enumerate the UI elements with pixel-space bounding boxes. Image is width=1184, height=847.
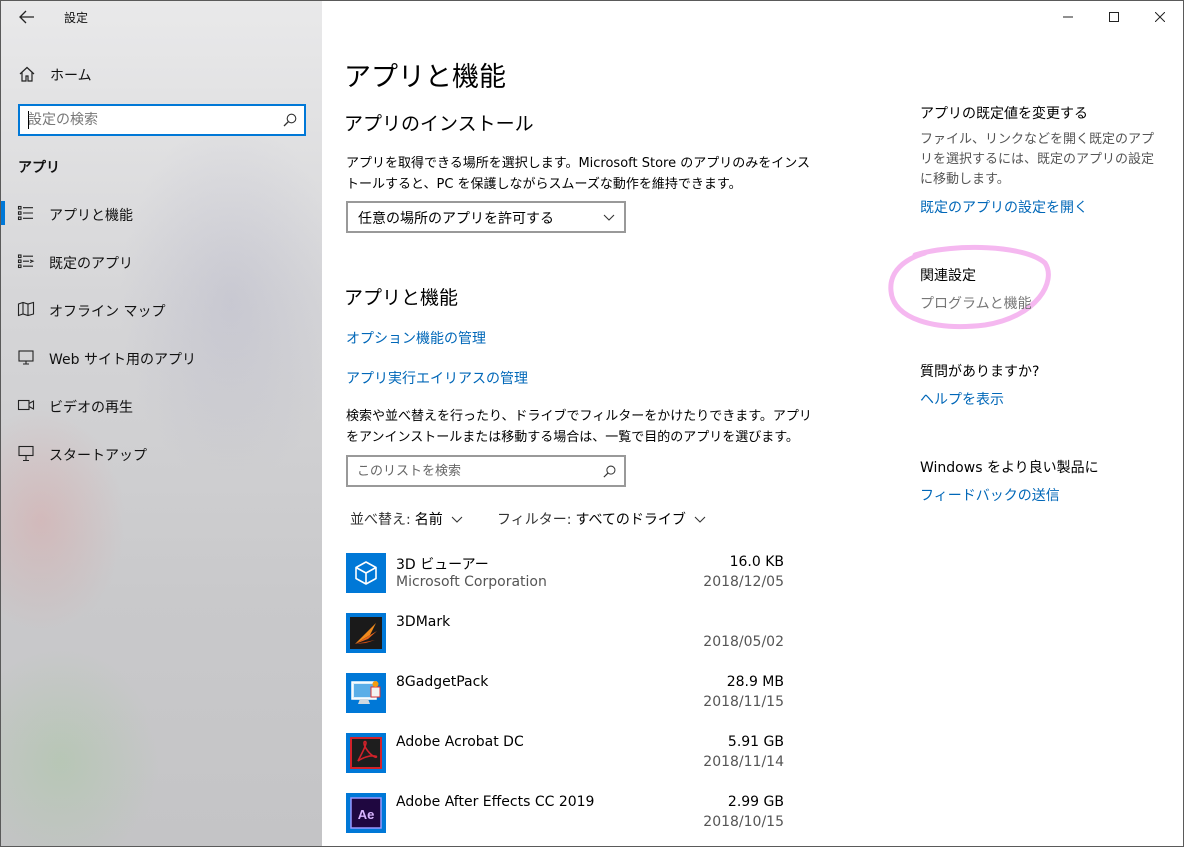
dropdown-value: 任意の場所のアプリを許可する: [358, 211, 554, 227]
sidebar-item-apps-for-websites[interactable]: Web サイト用のアプリ: [1, 337, 322, 377]
sidebar-item-label: ビデオの再生: [49, 400, 133, 416]
apps-for-websites-icon: [18, 350, 34, 365]
app-size: 28.9 MB: [726, 674, 784, 690]
sidebar-section-heading: アプリ: [18, 160, 60, 176]
page-title: アプリと機能: [344, 62, 506, 93]
window-controls: [1045, 1, 1183, 33]
after-effects-icon: Ae: [346, 793, 386, 833]
related-settings-heading: 関連設定: [920, 268, 976, 284]
defaults-description: ファイル、リンクなどを開く既定のアプリを選択するには、既定のアプリの設定に移動し…: [920, 132, 1155, 187]
app-size: 2.99 GB: [727, 794, 784, 810]
filter-dropdown[interactable]: フィルター: すべてのドライブ: [497, 509, 706, 529]
sort-dropdown[interactable]: 並べ替え: 名前: [350, 509, 463, 529]
app-install-date: 2018/10/15: [703, 814, 784, 830]
sort-value: 名前: [414, 512, 443, 528]
offline-maps-icon: [17, 301, 35, 317]
filter-value: すべてのドライブ: [575, 512, 686, 528]
chevron-down-icon: [603, 214, 615, 221]
app-name: Adobe After Effects CC 2019: [396, 794, 595, 810]
app-name: Adobe Acrobat DC: [396, 734, 524, 750]
app-list-item[interactable]: 8GadgetPack 28.9 MB 2018/11/15: [346, 673, 786, 733]
chevron-down-icon: [451, 516, 463, 523]
question-heading: 質問がありますか?: [920, 364, 1040, 380]
default-apps-settings-link[interactable]: 既定のアプリの設定を開く: [920, 197, 1088, 217]
search-icon: [603, 465, 616, 478]
defaults-heading: アプリの既定値を変更する: [920, 106, 1088, 122]
svg-text:Ae: Ae: [358, 807, 375, 822]
maximize-button[interactable]: [1091, 1, 1137, 33]
app-publisher: Microsoft Corporation: [396, 574, 547, 590]
app-install-date: 2018/05/02: [703, 634, 784, 650]
back-button[interactable]: [13, 5, 41, 29]
sidebar-item-label: アプリと機能: [49, 208, 133, 224]
sidebar-item-label: オフライン マップ: [49, 304, 166, 320]
app-execution-alias-link[interactable]: アプリ実行エイリアスの管理: [346, 368, 528, 388]
sidebar-item-label: Web サイト用のアプリ: [49, 352, 196, 368]
app-name: 3DMark: [396, 614, 451, 630]
back-arrow-icon: [19, 10, 34, 24]
app-size: 5.91 GB: [727, 734, 784, 750]
home-icon: [19, 66, 35, 82]
nav-home[interactable]: ホーム: [1, 59, 322, 89]
search-icon: [283, 113, 297, 127]
app-install-date: 2018/11/14: [703, 754, 784, 770]
pink-highlight-circle: [888, 244, 1051, 330]
titlebar-left: 設定: [1, 1, 322, 33]
sidebar: 設定 ホーム アプリ アプリと機能: [1, 1, 322, 846]
nav-home-label: ホーム: [50, 68, 92, 84]
app-list-search-input[interactable]: [357, 462, 597, 480]
default-apps-icon: [17, 254, 35, 269]
3d-viewer-icon: [346, 553, 386, 593]
install-heading: アプリのインストール: [344, 113, 534, 135]
programs-and-features-link[interactable]: プログラムと機能: [920, 293, 1032, 313]
feedback-heading: Windows をより良い製品に: [920, 460, 1099, 476]
settings-window: 設定 ホーム アプリ アプリと機能: [0, 0, 1184, 847]
app-list-item[interactable]: Adobe Acrobat DC 5.91 GB 2018/11/14: [346, 733, 786, 793]
install-description: アプリを取得できる場所を選択します。Microsoft Store のアプリのみ…: [346, 156, 810, 192]
features-heading: アプリと機能: [344, 287, 459, 309]
minimize-icon: [1063, 16, 1073, 18]
sidebar-item-startup[interactable]: スタートアップ: [1, 433, 322, 473]
sidebar-item-label: 既定のアプリ: [49, 256, 133, 272]
close-icon: [1155, 12, 1165, 22]
app-list-item[interactable]: 3D ビューアー Microsoft Corporation 16.0 KB 2…: [346, 553, 786, 613]
filter-label: フィルター:: [497, 512, 572, 528]
app-list-item[interactable]: Ae Adobe After Effects CC 2019 2.99 GB 2…: [346, 793, 786, 846]
8gadgetpack-icon: [346, 673, 386, 713]
app-list-search-box[interactable]: [346, 455, 626, 487]
sidebar-item-label: スタートアップ: [49, 448, 147, 464]
close-button[interactable]: [1137, 1, 1183, 33]
chevron-down-icon: [694, 516, 706, 523]
sort-label: 並べ替え:: [350, 512, 411, 528]
app-list-item[interactable]: 3DMark 2018/05/02: [346, 613, 786, 673]
app-install-date: 2018/11/15: [703, 694, 784, 710]
optional-features-link[interactable]: オプション機能の管理: [346, 328, 486, 348]
sidebar-item-default-apps[interactable]: 既定のアプリ: [1, 241, 322, 281]
settings-search-box[interactable]: [18, 104, 306, 136]
3dmark-icon: [346, 613, 386, 653]
startup-icon: [18, 445, 34, 462]
minimize-button[interactable]: [1045, 1, 1091, 33]
app-name: 8GadgetPack: [396, 674, 489, 690]
get-help-link[interactable]: ヘルプを表示: [920, 389, 1004, 409]
sidebar-item-apps-features[interactable]: アプリと機能: [1, 193, 322, 233]
app-size: 16.0 KB: [729, 554, 784, 570]
app-name: 3D ビューアー: [396, 557, 489, 573]
app-title: 設定: [64, 11, 89, 25]
sidebar-item-video-playback[interactable]: ビデオの再生: [1, 385, 322, 425]
settings-search-input[interactable]: [28, 110, 268, 130]
install-source-dropdown[interactable]: 任意の場所のアプリを許可する: [346, 201, 626, 233]
features-description: 検索や並べ替えを行ったり、ドライブでフィルターをかけたりできます。アプリをアンイ…: [346, 409, 812, 445]
adobe-acrobat-icon: [346, 733, 386, 773]
maximize-icon: [1109, 12, 1119, 22]
apps-features-icon: [17, 205, 33, 221]
sidebar-item-offline-maps[interactable]: オフライン マップ: [1, 289, 322, 329]
video-playback-icon: [17, 399, 35, 411]
app-install-date: 2018/12/05: [703, 574, 784, 590]
give-feedback-link[interactable]: フィードバックの送信: [920, 485, 1060, 505]
